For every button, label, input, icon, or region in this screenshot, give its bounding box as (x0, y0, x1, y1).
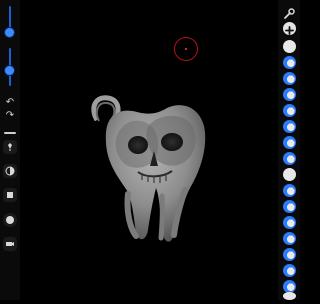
brush-button[interactable] (3, 140, 17, 154)
opacity-slider-knob[interactable] (5, 66, 14, 75)
tool-button-12[interactable] (283, 216, 296, 229)
modifier-button[interactable] (3, 188, 17, 202)
tool-button-6[interactable] (283, 120, 296, 133)
tool-button-4[interactable] (283, 88, 296, 101)
tool-button-9[interactable] (283, 168, 296, 181)
tool-button-7[interactable] (283, 136, 296, 149)
right-toolbar (278, 0, 300, 300)
add-button[interactable] (283, 22, 296, 35)
tool-button-17[interactable] (283, 292, 296, 300)
undo-button[interactable]: ↶ (4, 97, 16, 109)
modifier-icon (7, 192, 13, 198)
mask-button[interactable] (3, 164, 17, 178)
tool-button-10[interactable] (283, 184, 296, 197)
tool-button-13[interactable] (283, 232, 296, 245)
brush-size-slider-knob[interactable] (5, 28, 14, 37)
wrench-icon[interactable] (283, 8, 295, 20)
mask-icon (5, 166, 15, 176)
tool-button-15[interactable] (283, 264, 296, 277)
tool-button-14[interactable] (283, 248, 296, 261)
tool-button-1[interactable] (283, 40, 296, 53)
circle-icon (6, 216, 14, 224)
brush-cursor-center (185, 48, 187, 50)
tool-button-11[interactable] (283, 200, 296, 213)
model-skull-tooth (91, 95, 206, 242)
camera-icon (6, 242, 14, 246)
tool-button-2[interactable] (283, 56, 296, 69)
brush-icon (8, 143, 12, 151)
redo-button[interactable]: ↷ (4, 110, 16, 122)
3d-viewport[interactable] (20, 0, 278, 300)
brush-cursor (174, 37, 198, 61)
tool-button-8[interactable] (283, 152, 296, 165)
left-toolbar: ↶ ↷ (0, 0, 20, 300)
tool-button-5[interactable] (283, 104, 296, 117)
action-button[interactable] (3, 213, 17, 227)
tool-button-3[interactable] (283, 72, 296, 85)
add-icon (285, 26, 294, 35)
toolbar-divider (4, 132, 16, 134)
camera-button[interactable] (3, 237, 17, 251)
